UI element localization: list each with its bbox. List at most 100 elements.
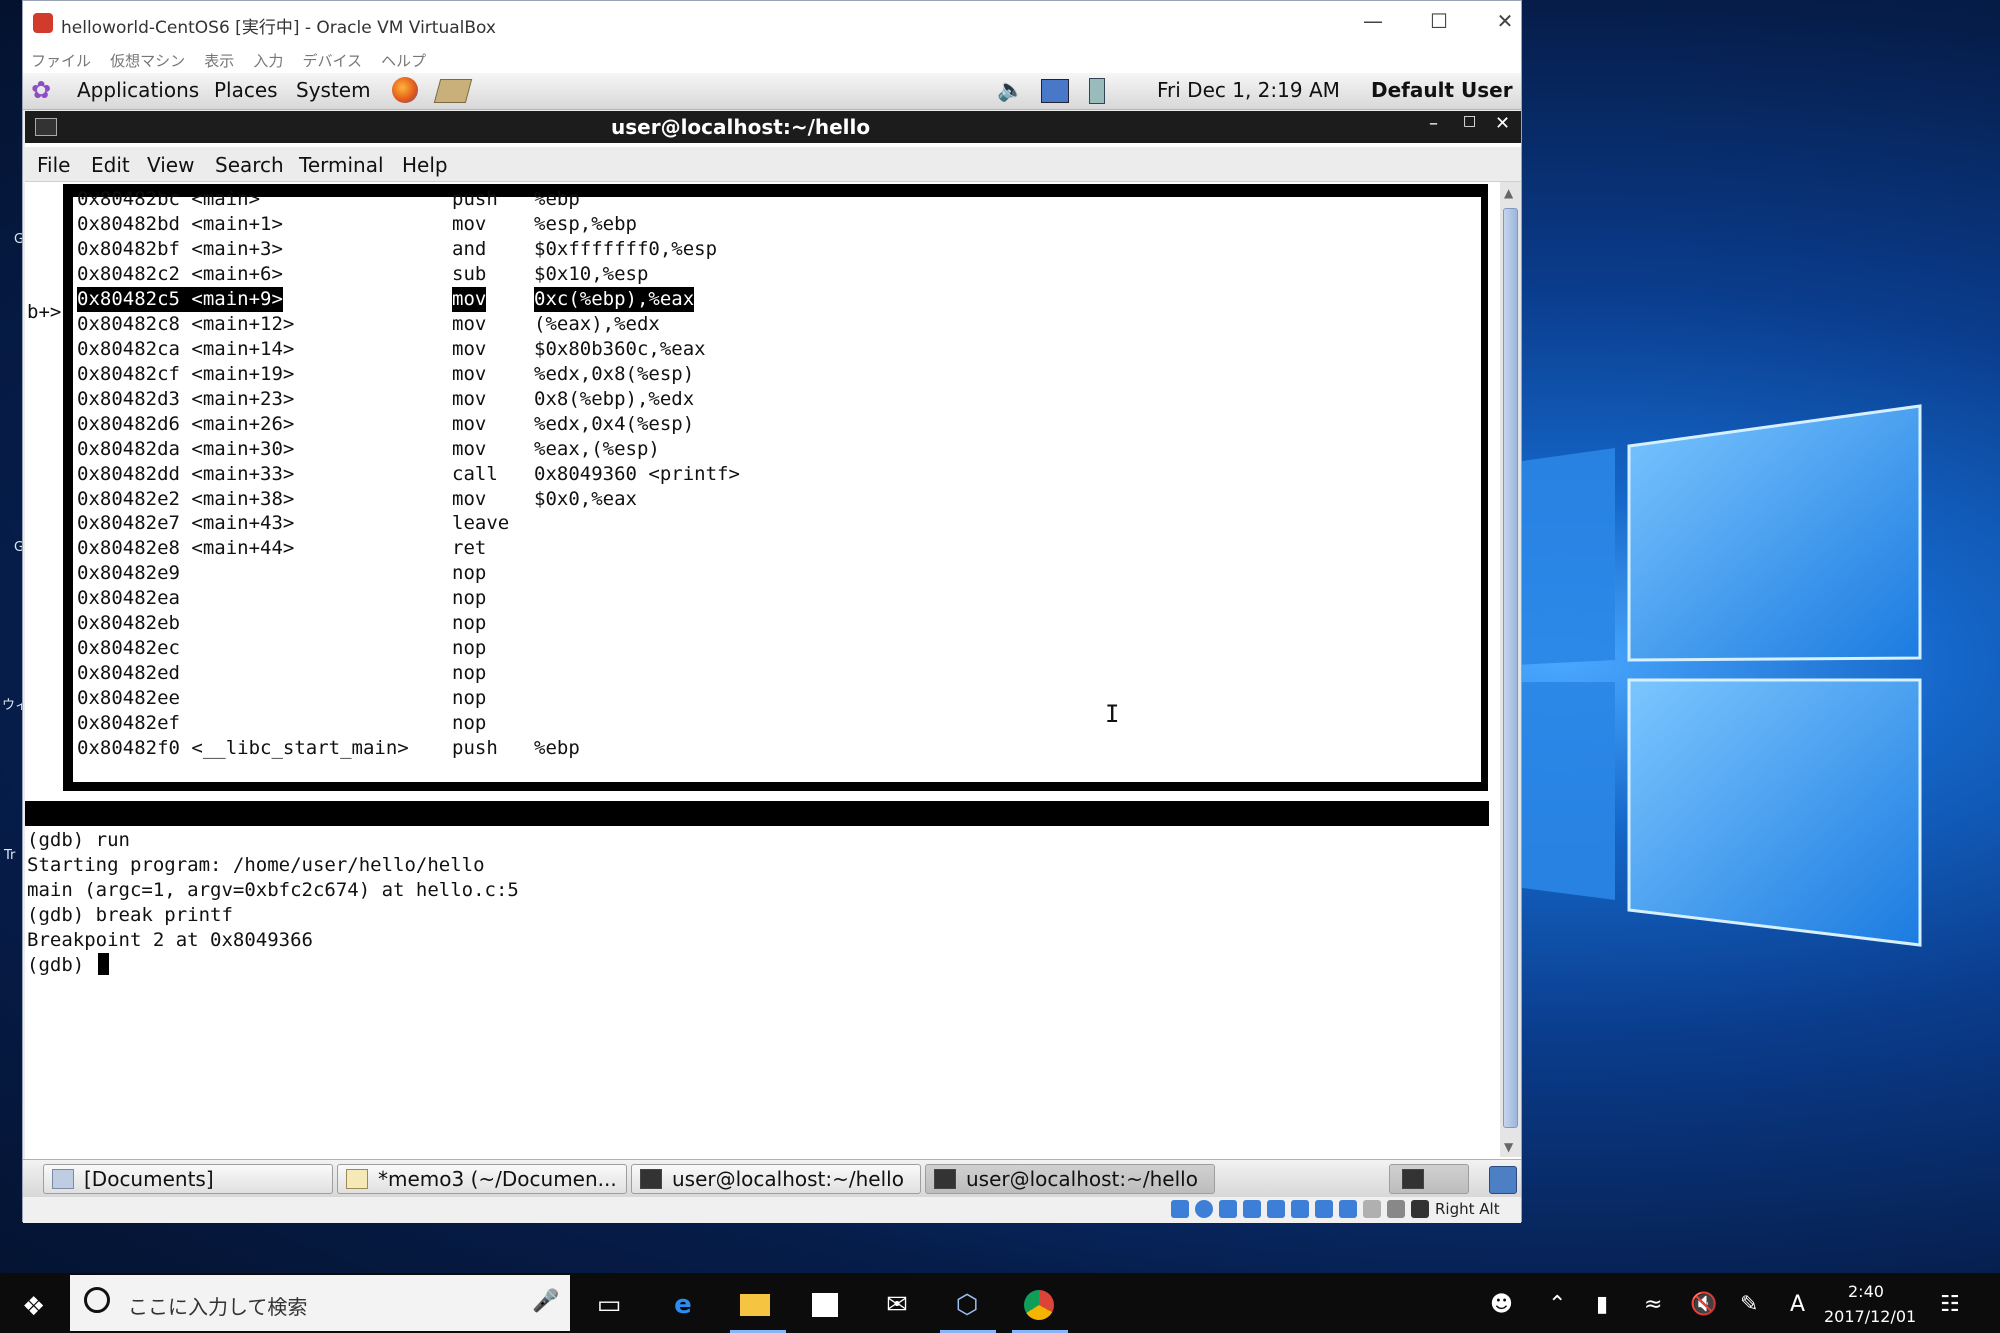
asm-operands: %eax,(%esp) bbox=[534, 437, 660, 460]
asm-address: 0x80482ed bbox=[77, 662, 180, 685]
asm-operands: 0x8049360 <printf> bbox=[534, 462, 740, 485]
taskbar-item-terminal-1[interactable]: user@localhost:~/hello bbox=[631, 1164, 921, 1194]
notes-app-icon[interactable] bbox=[433, 79, 473, 103]
windows-search-box[interactable]: ここに入力して検索 🎤 bbox=[70, 1275, 570, 1331]
taskbar-item-documents[interactable]: [Documents] bbox=[43, 1164, 333, 1194]
terminal-menu-view[interactable]: View bbox=[147, 153, 194, 177]
asm-instruction: nop bbox=[452, 562, 487, 585]
console-prompt-line[interactable]: (gdb) bbox=[27, 953, 109, 978]
terminal-menu-edit[interactable]: Edit bbox=[91, 153, 130, 177]
terminal-icon bbox=[934, 1169, 956, 1189]
windows-logo-wallpaper bbox=[1515, 404, 1922, 947]
action-center-icon[interactable]: ☷ bbox=[1940, 1292, 1960, 1317]
mail-icon[interactable]: ✉ bbox=[880, 1288, 914, 1322]
firefox-icon[interactable] bbox=[392, 77, 418, 103]
chrome-icon[interactable] bbox=[1022, 1288, 1056, 1322]
virtualbox-titlebar[interactable]: helloworld-CentOS6 [実行中] - Oracle VM Vir… bbox=[23, 1, 1521, 47]
maximize-button[interactable]: ☐ bbox=[1419, 9, 1459, 39]
applications-menu[interactable]: Applications bbox=[77, 78, 199, 102]
edge-icon[interactable]: e bbox=[666, 1288, 700, 1322]
pen-icon[interactable]: ✎ bbox=[1740, 1292, 1758, 1317]
asm-operands: 0x8(%ebp),%edx bbox=[534, 387, 695, 410]
keyboard-capture-icon[interactable] bbox=[1411, 1200, 1429, 1218]
scroll-down-arrow-icon[interactable]: ▼ bbox=[1504, 1140, 1513, 1154]
asm-instruction: mov bbox=[452, 487, 487, 510]
terminal-menu-terminal[interactable]: Terminal bbox=[299, 153, 384, 177]
virtualbox-taskbar-icon[interactable]: ⬡ bbox=[950, 1288, 984, 1322]
close-button[interactable]: ✕ bbox=[1485, 9, 1525, 39]
battery-tray-icon[interactable]: ▮ bbox=[1596, 1292, 1608, 1317]
task-view-icon[interactable]: ▭ bbox=[592, 1288, 626, 1322]
menu-machine[interactable]: 仮想マシン bbox=[110, 50, 185, 71]
wifi-icon[interactable]: ≈ bbox=[1644, 1292, 1662, 1317]
shared-folders-icon[interactable] bbox=[1291, 1200, 1309, 1218]
terminal-menu-help[interactable]: Help bbox=[402, 153, 448, 177]
microphone-icon[interactable]: 🎤 bbox=[532, 1289, 559, 1314]
trash-icon[interactable] bbox=[1489, 1166, 1517, 1194]
menu-input[interactable]: 入力 bbox=[253, 50, 283, 71]
ime-mode-indicator[interactable]: A bbox=[1790, 1292, 1805, 1317]
asm-operands: %esp,%ebp bbox=[534, 212, 637, 235]
menu-view[interactable]: 表示 bbox=[204, 50, 234, 71]
gdb-status-line: extended-r Thread 2287.22 In: main Line:… bbox=[25, 801, 1489, 899]
asm-instruction: nop bbox=[452, 687, 487, 710]
scroll-up-arrow-icon[interactable]: ▲ bbox=[1504, 186, 1513, 200]
mouse-integration-icon[interactable] bbox=[1387, 1200, 1405, 1218]
asm-instruction: mov bbox=[452, 312, 487, 335]
people-icon[interactable]: ☻ bbox=[1490, 1292, 1513, 1317]
store-icon[interactable] bbox=[808, 1288, 842, 1322]
terminal-menu-search[interactable]: Search bbox=[215, 153, 284, 177]
workspace-switcher[interactable] bbox=[1389, 1164, 1469, 1194]
asm-address: 0x80482ef bbox=[77, 712, 180, 735]
menu-file[interactable]: ファイル bbox=[31, 50, 91, 71]
taskbar-item-label: user@localhost:~/hello bbox=[672, 1167, 904, 1191]
user-name[interactable]: Default User bbox=[1371, 78, 1513, 102]
terminal-maximize-button[interactable]: □ bbox=[1463, 113, 1476, 129]
scrollbar-thumb[interactable] bbox=[1503, 208, 1518, 1128]
clock[interactable]: Fri Dec 1, 2:19 AM bbox=[1157, 78, 1340, 102]
hdd-icon[interactable] bbox=[1171, 1200, 1189, 1218]
taskbar-item-memo[interactable]: *memo3 (~/Documen... bbox=[337, 1164, 627, 1194]
guest-screen[interactable]: ✿ Applications Places System 🔈 Fri Dec 1… bbox=[23, 73, 1521, 1223]
cortana-icon bbox=[84, 1287, 110, 1313]
tray-clock-date[interactable]: 2017/12/01 bbox=[1824, 1307, 1916, 1326]
tray-clock-time[interactable]: 2:40 bbox=[1848, 1282, 1884, 1301]
battery-icon[interactable] bbox=[1089, 78, 1105, 104]
text-editor-icon bbox=[346, 1169, 368, 1189]
places-menu[interactable]: Places bbox=[214, 78, 278, 102]
show-hidden-icons-chevron-icon[interactable]: ⌃ bbox=[1548, 1292, 1566, 1317]
terminal-content[interactable]: 0x80482bc <main> push %ebp 0x80482bd <main+… bbox=[25, 182, 1490, 1152]
minimize-button[interactable]: — bbox=[1353, 9, 1393, 39]
audio-icon[interactable] bbox=[1219, 1200, 1237, 1218]
taskbar-item-terminal-2[interactable]: user@localhost:~/hello bbox=[925, 1164, 1215, 1194]
menu-devices[interactable]: デバイス bbox=[302, 50, 362, 71]
video-capture-icon[interactable] bbox=[1339, 1200, 1357, 1218]
asm-instruction: nop bbox=[452, 587, 487, 610]
asm-address: 0x80482d6 <main+26> bbox=[77, 412, 295, 435]
volume-mute-icon[interactable]: 🔇 bbox=[1690, 1292, 1717, 1317]
asm-instruction: mov bbox=[452, 412, 487, 435]
windows-start-icon[interactable]: ❖ bbox=[22, 1292, 45, 1322]
asm-instruction: ret bbox=[452, 537, 487, 560]
terminal-scrollbar[interactable]: ▲ ▼ bbox=[1500, 182, 1521, 1157]
asm-instruction: sub bbox=[452, 262, 487, 285]
system-menu[interactable]: System bbox=[296, 78, 371, 102]
desktop-icon-label[interactable]: Tr bbox=[4, 848, 15, 863]
asm-instruction: mov bbox=[452, 362, 487, 385]
terminal-minimize-button[interactable]: – bbox=[1429, 113, 1438, 134]
volume-icon[interactable]: 🔈 bbox=[997, 78, 1024, 103]
terminal-close-button[interactable]: ✕ bbox=[1495, 113, 1510, 134]
usb-icon[interactable] bbox=[1267, 1200, 1285, 1218]
terminal-menu-file[interactable]: File bbox=[37, 153, 70, 177]
network-adapter-icon[interactable] bbox=[1243, 1200, 1261, 1218]
terminal-titlebar[interactable]: user@localhost:~/hello – □ ✕ bbox=[25, 111, 1521, 143]
asm-instruction: call bbox=[452, 462, 498, 485]
asm-instruction: mov bbox=[452, 387, 487, 410]
menu-help[interactable]: ヘルプ bbox=[381, 50, 426, 71]
network-icon[interactable] bbox=[1041, 79, 1069, 103]
file-explorer-icon[interactable] bbox=[738, 1288, 772, 1322]
optical-drive-icon[interactable] bbox=[1195, 1200, 1213, 1218]
asm-instruction: leave bbox=[452, 512, 510, 535]
cpu-icon[interactable] bbox=[1363, 1200, 1381, 1218]
display-icon[interactable] bbox=[1315, 1200, 1333, 1218]
